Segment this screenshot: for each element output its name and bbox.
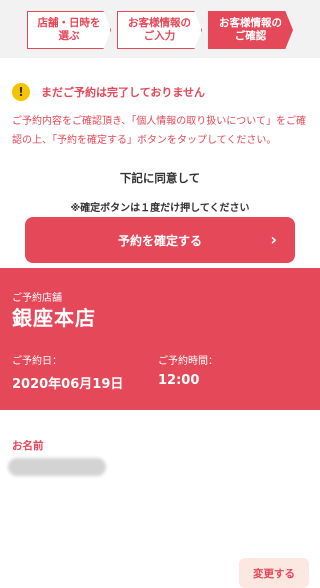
step-enter-customer-info[interactable]: お客様情報の ご入力 — [117, 11, 202, 49]
reservation-time-label: ご予約時間： — [158, 356, 218, 367]
change-shop-button[interactable]: 変更する — [239, 558, 309, 588]
single-press-note: ※確定ボタンは１度だけ押してください — [70, 203, 250, 214]
step-confirm-customer-info: お客様情報の ご確認 — [208, 11, 293, 49]
reservation-summary-card: ご予約店舗 銀座本店 変更する ご予約日： ご予約時間： 2020年06月19日… — [0, 268, 320, 588]
confirm-button-label: 予約を確定する — [117, 233, 202, 248]
reservation-date-value: 2020年06月19日 — [12, 377, 124, 392]
redacted-name — [8, 458, 106, 476]
reservation-date-label: ご予約日： — [12, 356, 62, 367]
warning-banner: ! まだご予約は完了しておりません — [12, 83, 205, 101]
exclamation-icon: ! — [12, 83, 30, 101]
confirm-reservation-button[interactable]: 予約を確定する › — [25, 217, 295, 263]
chevron-right-icon: › — [270, 230, 277, 249]
warning-message: ご予約内容をご確認頂き、「個人情報の取り扱いについて」をご確認の上、「予約を確定… — [12, 116, 306, 146]
shop-name: 銀座本店 — [12, 306, 96, 330]
reservation-time-value: 12:00 — [158, 373, 200, 388]
step-select-shop-datetime[interactable]: 店舗・日時を 選ぶ — [27, 11, 111, 49]
agreement-heading: 下記に同意して — [119, 171, 201, 185]
name-label: お名前 — [12, 440, 44, 452]
warning-title: まだご予約は完了しておりません — [41, 86, 206, 99]
step-progress-bar: 店舗・日時を 選ぶ お客様情報の ご入力 お客様情報の ご確認 — [0, 0, 320, 58]
